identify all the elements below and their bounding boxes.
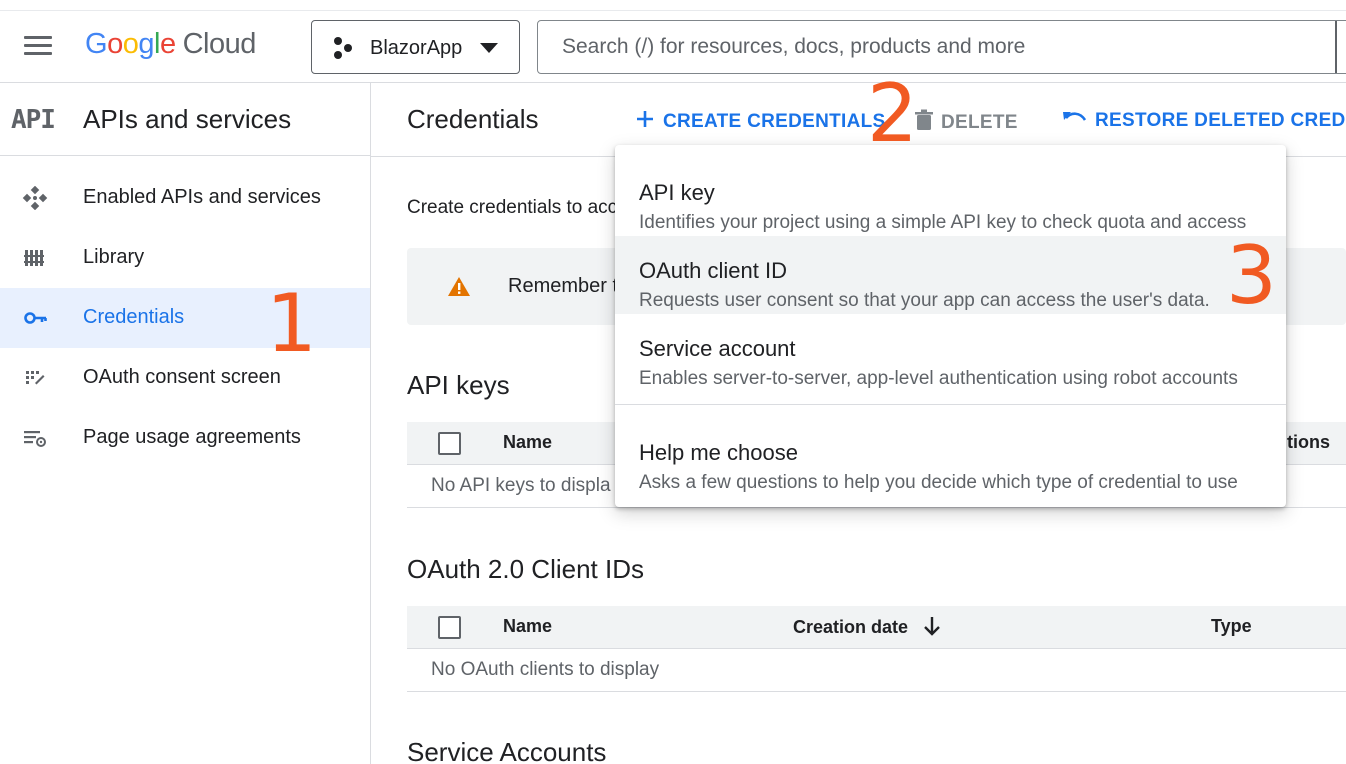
sidebar-item-label: Enabled APIs and services [83,186,321,208]
search-divider [1335,21,1337,73]
warning-icon [447,276,471,303]
project-name: BlazorApp [370,37,463,59]
create-credentials-label: CREATE CREDENTIALS [663,111,886,133]
sidebar-header: API APIs and services [0,83,370,156]
restore-deleted-label: RESTORE DELETED CREDENT [1095,110,1346,132]
oauth-table-header: Name Creation date Type [407,606,1346,649]
menu-divider [615,404,1286,405]
menu-item-description: Enables server-to-server, app-level auth… [639,368,1238,389]
library-icon [22,246,48,270]
plus-icon [635,109,655,135]
menu-item-title: API key [639,180,715,205]
oauth-clients-title: OAuth 2.0 Client IDs [407,554,644,584]
column-creation-date-label: Creation date [793,617,909,637]
enabled-apis-icon [22,185,48,211]
menu-item-title: Help me choose [639,440,798,465]
delete-button[interactable]: DELETE [915,109,1018,137]
step-2-annotation: 2 [867,67,918,160]
menu-item-description: Identifies your project using a simple A… [639,212,1247,233]
step-1-annotation: 1 [266,277,317,370]
column-name[interactable]: Name [503,616,552,637]
column-type[interactable]: Type [1211,616,1252,637]
project-picker[interactable]: BlazorApp [311,20,520,74]
google-cloud-logo[interactable]: Google Cloud [85,28,256,61]
agreements-icon [22,426,48,450]
step-3-annotation: 3 [1226,229,1277,322]
page-title: Credentials [407,104,539,134]
chevron-down-icon [480,43,498,53]
api-keys-empty-text: No API keys to displa [431,475,611,496]
intro-text: Create credentials to acc [407,197,618,218]
delete-label: DELETE [941,112,1018,134]
key-icon [22,306,48,330]
restore-deleted-button[interactable]: RESTORE DELETED CREDENT [1063,109,1346,133]
menu-item-api-key[interactable]: API key Identifies your project using a … [615,158,1286,236]
select-all-checkbox[interactable] [438,432,461,455]
top-bar: Google Cloud BlazorApp [0,0,1346,83]
menu-item-service-account[interactable]: Service account Enables server-to-server… [615,314,1286,392]
sidebar: API APIs and services Enabled APIs and s… [0,83,371,764]
menu-item-title: Service account [639,336,796,361]
column-name[interactable]: Name [503,432,552,453]
column-creation-date[interactable]: Creation date [793,616,941,638]
menu-item-description: Asks a few questions to help you decide … [639,472,1238,493]
search-box[interactable] [537,20,1346,74]
sidebar-item-label: Library [83,246,145,268]
select-all-checkbox[interactable] [438,616,461,639]
sidebar-item-label: Page usage agreements [83,426,301,448]
menu-item-description: Requests user consent so that your app c… [639,290,1210,311]
sidebar-item-enabled-apis[interactable]: Enabled APIs and services [0,168,370,228]
oauth-empty-text: No OAuth clients to display [431,659,660,680]
service-accounts-title: Service Accounts [407,737,607,764]
menu-item-oauth-client-id[interactable]: OAuth client ID Requests user consent so… [615,236,1286,314]
menu-item-title: OAuth client ID [639,258,787,283]
warning-text: Remember t [508,275,619,297]
project-icon [332,37,356,59]
api-icon: API [11,105,56,135]
menu-item-help-me-choose[interactable]: Help me choose Asks a few questions to h… [615,418,1286,496]
arrow-down-icon [924,617,940,636]
top-border [0,10,1346,11]
logo-cloud-text: Cloud [182,28,257,60]
api-keys-title: API keys [407,370,510,400]
menu-icon[interactable] [24,36,52,56]
sidebar-item-label: OAuth consent screen [83,366,281,388]
search-input[interactable] [562,33,1322,61]
undo-icon [1063,109,1087,133]
sidebar-title: APIs and services [83,104,292,134]
sidebar-item-label: Credentials [83,306,185,328]
create-credentials-button[interactable]: CREATE CREDENTIALS [635,109,886,135]
column-actions: tions [1287,432,1330,452]
consent-icon [22,366,48,390]
create-credentials-menu: API key Identifies your project using a … [615,145,1286,507]
oauth-empty-row: No OAuth clients to display [407,649,1346,692]
sidebar-item-page-usage[interactable]: Page usage agreements [0,408,370,468]
